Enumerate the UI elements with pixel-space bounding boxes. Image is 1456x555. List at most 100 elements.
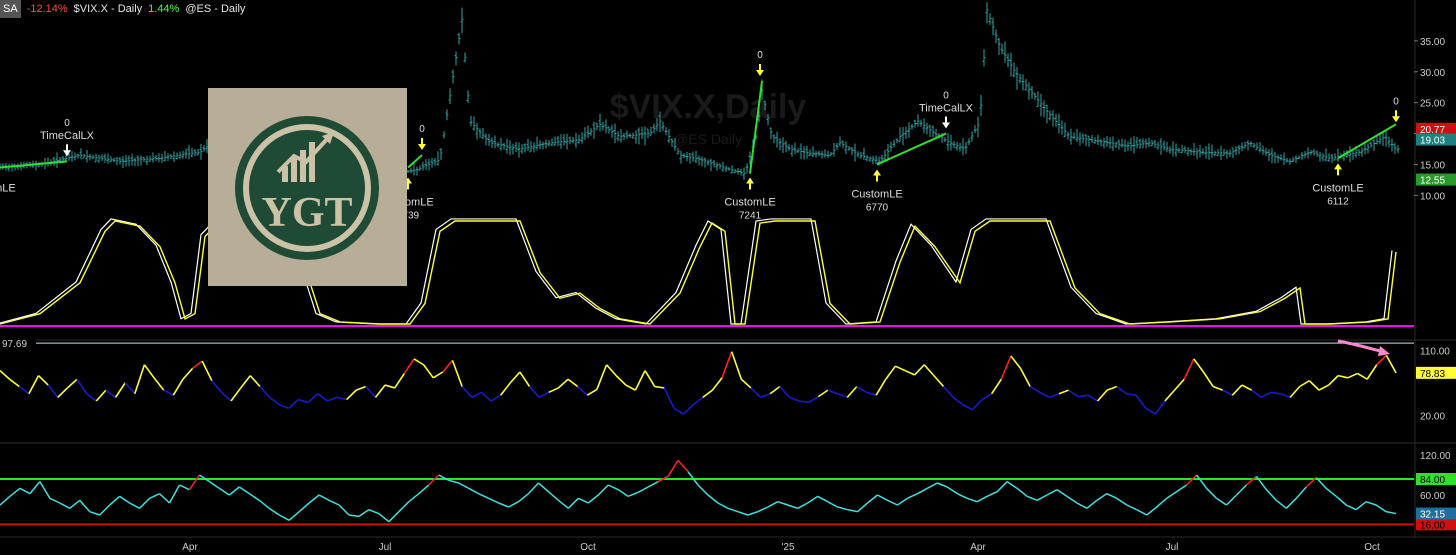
osc3-segment — [817, 495, 828, 503]
osc2-reference-label: 97.69 — [2, 339, 27, 350]
osc3-segment — [917, 487, 928, 495]
osc2-segment — [1078, 394, 1089, 398]
osc2-segment — [192, 360, 203, 370]
watermark-title: $VIX.X,Daily — [610, 88, 807, 126]
osc3-segment — [867, 494, 878, 504]
osc3-segment — [976, 495, 988, 503]
osc2-segment — [432, 371, 444, 379]
osc3-segment — [1146, 506, 1158, 516]
osc2-segment — [711, 377, 723, 391]
osc2-segment — [9, 378, 20, 388]
osc2-segment — [413, 358, 425, 366]
osc2-segment — [596, 364, 608, 390]
osc3-segment — [1006, 481, 1018, 489]
osc3-segment — [1216, 497, 1227, 506]
osc3-segment — [937, 482, 948, 488]
watermark-subtitle: @ES Daily — [674, 131, 742, 147]
osc2-segment — [1029, 385, 1041, 393]
osc2-segment — [1087, 394, 1098, 402]
osc2-segment — [1357, 372, 1368, 380]
osc2-segment — [105, 389, 117, 399]
osc3-segment — [1355, 501, 1367, 511]
osc3-segment — [1126, 504, 1138, 511]
osc3-segment — [697, 484, 709, 496]
osc2-segment — [837, 393, 848, 399]
osc2-segment — [220, 391, 232, 402]
osc2-segment — [1366, 364, 1378, 380]
osc2-segment — [37, 375, 49, 386]
es-symbol: @ES - Daily — [185, 3, 246, 15]
osc2-segment — [644, 370, 656, 387]
osc2-segment — [1164, 389, 1176, 402]
osc3-segment — [228, 486, 240, 496]
osc2-segment — [682, 404, 694, 415]
osc2-segment — [163, 389, 174, 396]
osc2-segment — [1145, 407, 1156, 415]
osc3-segment — [637, 486, 649, 493]
trade-line — [1337, 123, 1397, 160]
osc3-segment — [1056, 489, 1068, 497]
logo-text: YGT — [261, 190, 352, 236]
osc3-segment — [238, 486, 250, 495]
osc2-segment — [461, 385, 473, 398]
osc2-segment — [1019, 367, 1031, 387]
osc2-segment — [1068, 389, 1079, 398]
osc2-segment — [1049, 393, 1060, 399]
entry-arrow-icon — [1334, 163, 1342, 176]
x-axis-label: Apr — [182, 542, 198, 553]
osc2-segment — [538, 391, 550, 399]
osc2-segment — [327, 396, 338, 402]
osc3-segment — [747, 510, 759, 516]
annotation-arrowhead-icon — [1378, 346, 1390, 356]
exit-arrow-icon — [756, 63, 764, 76]
osc2-segment — [586, 388, 598, 396]
x-axis-label: Apr — [970, 542, 986, 553]
osc3-segment — [19, 487, 31, 495]
osc3-segment — [797, 502, 809, 509]
osc3-segment — [986, 490, 998, 498]
osc3-segment — [59, 502, 71, 509]
osc3-segment — [468, 487, 479, 495]
osc2-segment — [625, 384, 636, 391]
osc2-segment — [1241, 384, 1252, 391]
osc3-segment — [777, 500, 788, 506]
osc2-segment — [730, 351, 743, 380]
osc3-segment — [268, 507, 280, 516]
signal-value: 0 — [943, 90, 949, 101]
osc2-segment — [1338, 374, 1349, 379]
osc2-segment — [346, 389, 357, 401]
signal-label: CustomLE — [724, 197, 775, 209]
ygt-logo-mark: YGT — [235, 116, 379, 260]
osc2-segment — [634, 370, 646, 391]
osc3-segment — [1285, 497, 1297, 509]
signal-value: 0 — [419, 124, 425, 135]
osc2-segment — [817, 389, 829, 398]
symbol-tag[interactable]: SA — [0, 0, 21, 18]
x-axis-label: '25 — [781, 542, 794, 553]
osc2-segment — [403, 358, 415, 374]
osc3-segment — [89, 510, 100, 516]
osc2-segment — [789, 396, 800, 402]
signal-value: 6770 — [866, 203, 889, 214]
osc3-segment — [1066, 495, 1078, 504]
osc3-segment — [458, 482, 470, 489]
osc2-segment — [1154, 400, 1166, 415]
ygt-logo: YGT — [208, 88, 407, 286]
osc3-segment — [179, 484, 190, 491]
osc3-segment — [557, 499, 569, 509]
es-change: 1.44% — [148, 3, 180, 15]
osc3-segment — [787, 504, 798, 510]
osc3-segment — [1245, 475, 1257, 486]
osc2-segment — [298, 398, 309, 404]
osc3-segment — [567, 497, 579, 509]
osc3-segment — [368, 508, 380, 515]
osc2-segment — [269, 396, 280, 406]
osc3-segment — [1046, 489, 1058, 496]
osc3-segment — [79, 499, 91, 513]
osc3-segment — [996, 481, 1008, 493]
osc2-segment — [442, 359, 454, 373]
osc2-segment — [519, 371, 531, 387]
osc2-segment — [692, 396, 704, 406]
osc2-segment — [1289, 385, 1301, 398]
exit-arrow-icon — [418, 138, 426, 151]
